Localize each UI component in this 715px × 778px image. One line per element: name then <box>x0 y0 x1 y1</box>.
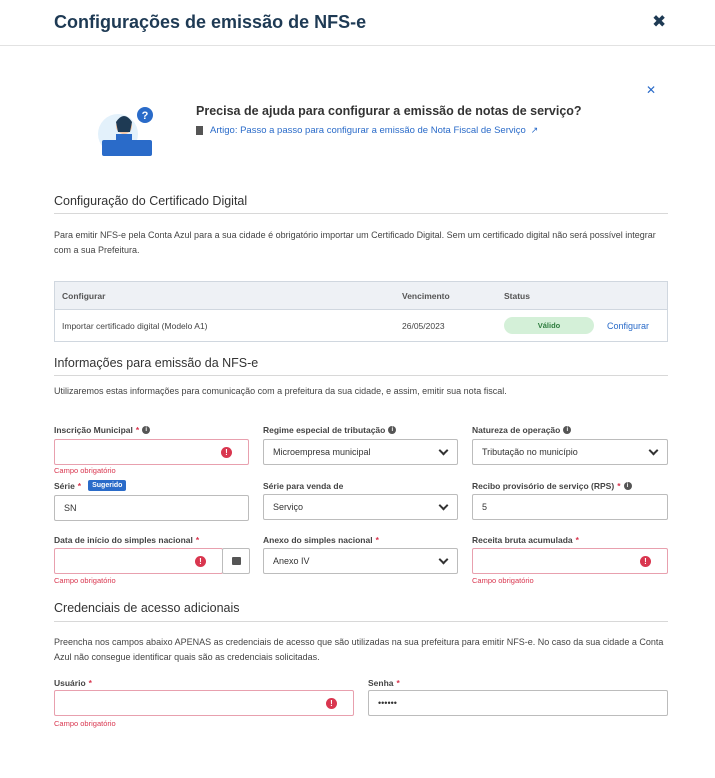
receita-label: Receita bruta acumulada * <box>472 535 579 545</box>
chevron-down-icon <box>438 554 449 565</box>
cert-section-title: Configuração do Certificado Digital <box>54 194 248 208</box>
info-description: Utilizaremos estas informações para comu… <box>54 386 507 396</box>
configurar-link[interactable]: Configurar <box>607 321 649 331</box>
help-illustration: ? <box>98 107 153 156</box>
status-badge: Válido <box>504 317 594 334</box>
section-divider <box>54 213 668 214</box>
info-icon: i <box>623 482 632 490</box>
info-icon: i <box>388 426 397 434</box>
section-divider <box>54 621 668 622</box>
regime-select[interactable]: Microempresa municipal <box>263 439 458 465</box>
col-header-vencimento: Vencimento <box>402 291 450 301</box>
sugerido-badge: Sugerido <box>88 480 127 491</box>
chevron-down-icon <box>438 445 449 456</box>
error-icon: ! <box>221 447 232 458</box>
serie-label: Série * Sugerido <box>54 480 127 491</box>
natureza-label: Natureza de operação i <box>472 425 572 435</box>
cert-expiry: 26/05/2023 <box>402 321 445 331</box>
table-row: Importar certificado digital (Modelo A1)… <box>55 310 667 342</box>
help-article-link-row[interactable]: Artigo: Passo a passo para configurar a … <box>196 125 538 136</box>
modal-header: Configurações de emissão de NFS-e ✖ <box>0 0 715 46</box>
serie-venda-select[interactable]: Serviço <box>263 494 458 520</box>
usuario-label: Usuário * <box>54 678 92 688</box>
info-icon: i <box>563 426 572 434</box>
inscricao-error: Campo obrigatório <box>54 466 116 475</box>
data-inicio-error: Campo obrigatório <box>54 576 116 585</box>
cert-name: Importar certificado digital (Modelo A1) <box>62 321 208 331</box>
help-article-link[interactable]: Artigo: Passo a passo para configurar a … <box>210 125 526 136</box>
calendar-button[interactable] <box>222 548 250 574</box>
serie-input[interactable]: SN <box>54 495 249 521</box>
document-icon <box>196 126 203 135</box>
anexo-label: Anexo do simples nacional * <box>263 535 379 545</box>
creds-section-title: Credenciais de acesso adicionais <box>54 601 240 615</box>
info-section-title: Informações para emissão da NFS-e <box>54 356 259 370</box>
chevron-down-icon <box>648 445 659 456</box>
info-icon: i <box>142 426 151 434</box>
cert-table: Configurar Vencimento Status Importar ce… <box>54 281 668 342</box>
senha-input[interactable]: •••••• <box>368 690 668 716</box>
help-close-icon[interactable]: ✕ <box>646 83 656 97</box>
rps-label: Recibo provisório de serviço (RPS) * i <box>472 481 632 491</box>
close-icon[interactable]: ✖ <box>652 12 666 32</box>
cert-table-header: Configurar Vencimento Status <box>55 282 667 310</box>
inscricao-label: Inscrição Municipal * i <box>54 425 151 435</box>
serie-venda-label: Série para venda de <box>263 481 344 491</box>
inscricao-municipal-input[interactable]: ! <box>54 439 249 465</box>
col-header-configurar: Configurar <box>62 291 106 301</box>
rps-input[interactable]: 5 <box>472 494 668 520</box>
creds-description: Preencha nos campos abaixo APENAS as cre… <box>54 637 664 662</box>
help-illustration-glyph: ? <box>142 110 149 122</box>
error-icon: ! <box>640 556 651 567</box>
senha-label: Senha * <box>368 678 400 688</box>
section-divider <box>54 375 668 376</box>
external-link-icon: ↗ <box>530 125 539 135</box>
cert-description: Para emitir NFS-e pela Conta Azul para a… <box>54 230 656 255</box>
regime-label: Regime especial de tributação i <box>263 425 397 435</box>
usuario-error: Campo obrigatório <box>54 719 116 728</box>
receita-input[interactable]: ! <box>472 548 668 574</box>
col-header-status: Status <box>504 291 530 301</box>
receita-error: Campo obrigatório <box>472 576 534 585</box>
data-inicio-label: Data de início do simples nacional * <box>54 535 200 545</box>
help-title: Precisa de ajuda para configurar a emiss… <box>196 104 582 118</box>
data-inicio-input[interactable]: ! <box>54 548 223 574</box>
natureza-select[interactable]: Tributação no município <box>472 439 668 465</box>
modal-title: Configurações de emissão de NFS-e <box>54 12 367 32</box>
error-icon: ! <box>195 556 206 567</box>
usuario-input[interactable]: ! <box>54 690 354 716</box>
error-icon: ! <box>326 698 337 709</box>
calendar-icon <box>232 557 241 565</box>
chevron-down-icon <box>438 500 449 511</box>
anexo-select[interactable]: Anexo IV <box>263 548 458 574</box>
